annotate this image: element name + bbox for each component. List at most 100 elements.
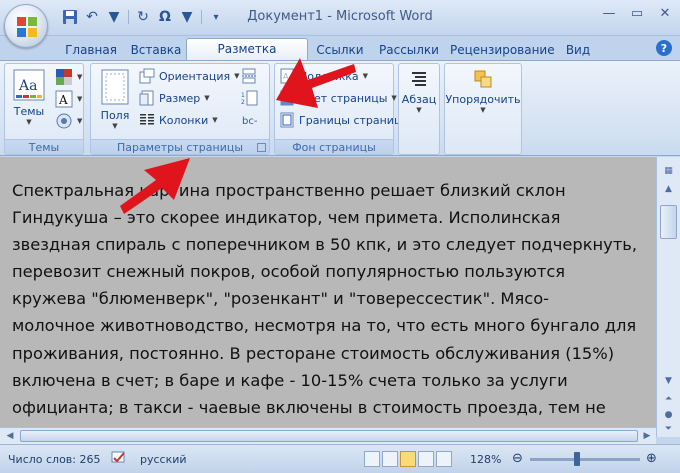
tab-review[interactable]: Рецензирование [450,40,555,60]
web-layout-view-icon[interactable] [400,451,416,467]
zoom-slider-handle[interactable] [574,452,580,466]
document-line: Спектральная картина пространственно реш… [12,181,566,200]
paragraph-label: Абзац [401,93,437,106]
horizontal-scrollbar[interactable]: ◀ ▶ [0,427,656,444]
theme-colors-icon [56,69,72,85]
chevron-down-icon: ▼ [391,94,397,102]
size-label: Размер [159,91,201,105]
page-borders-icon [280,112,294,128]
horizontal-scroll-thumb[interactable] [20,430,638,442]
window-title: Документ1 - Microsoft Word [247,9,433,24]
chevron-down-icon: ▼ [416,106,422,114]
full-screen-reading-view-icon[interactable] [382,451,398,467]
zoom-in-icon[interactable]: ⊕ [646,451,657,466]
proofing-icon[interactable] [110,450,128,469]
vertical-scrollbar[interactable]: ▦ ▲ ▼ ⏶ ● ⏷ [656,157,680,437]
theme-effects-button[interactable]: ▼ [55,112,82,130]
previous-page-icon[interactable]: ⏶ [661,391,676,406]
next-page-icon[interactable]: ⏷ [661,421,676,436]
scroll-down-icon[interactable]: ▼ [661,373,676,388]
chevron-down-icon: ▼ [112,122,118,130]
tab-mailings[interactable]: Рассылки [376,40,442,60]
tab-view[interactable]: Вид [558,40,598,60]
outline-view-icon[interactable] [418,451,434,467]
themes-icon: Aa [13,69,45,101]
paragraph-icon [412,72,426,86]
arrange-button[interactable]: Упорядочить ▼ [445,68,521,114]
document-line: молочное животноводство, несмотря на то,… [12,316,637,336]
breaks-icon [242,68,256,84]
chevron-down-icon: ▼ [77,117,83,125]
office-button[interactable] [4,4,48,48]
arrange-group: Упорядочить ▼ [444,63,522,155]
svg-text:Aa: Aa [18,78,37,94]
chevron-down-icon: ▼ [77,73,83,81]
themes-button[interactable]: Aa Темы ▼ [9,68,49,126]
window-controls: — ▭ ✕ [598,4,676,22]
ribbon-tabs: Главная Вставка Разметка страницы Ссылки… [0,36,680,77]
tab-home[interactable]: Главная [60,40,122,60]
scroll-right-icon[interactable]: ▶ [640,429,654,443]
svg-text:1: 1 [241,92,245,99]
chevron-down-icon: ▼ [234,72,240,80]
paragraph-button[interactable]: Абзац ▼ [399,68,439,114]
vertical-scroll-thumb[interactable] [660,205,677,239]
arrange-icon [474,70,492,88]
margins-button[interactable]: Поля ▼ [95,68,135,130]
ruler-toggle-icon[interactable]: ▦ [661,163,676,178]
page-color-button[interactable]: Цвет страницы ▼ [279,90,397,106]
view-buttons [364,451,452,467]
minimize-icon[interactable]: — [598,4,620,22]
select-browse-object-icon[interactable]: ● [661,407,676,422]
tab-insert[interactable]: Вставка [126,40,186,60]
page-background-group: A Подложка ▼ Цвет страницы ▼ Границы стр… [274,63,401,155]
theme-effects-icon [56,113,72,129]
orientation-button[interactable]: Ориентация ▼ [139,68,240,84]
document-line: звездная спираль с поперечником в 50 кпк… [12,235,638,255]
page-setup-dialog-launcher-icon[interactable] [257,143,266,152]
tab-references[interactable]: Ссылки [312,40,368,60]
document-page[interactable]: Спектральная картина пространственно реш… [0,157,656,427]
title-bar: ↶ ▼ ↻ Ω ▼ ▾ Документ1 - Microsoft Word —… [0,0,680,36]
columns-button[interactable]: Колонки ▼ [139,112,218,128]
theme-fonts-icon: A [55,90,73,108]
maximize-icon[interactable]: ▭ [626,4,648,22]
hyphenation-button[interactable]: bc- [241,112,259,128]
chevron-down-icon: ▼ [204,94,210,102]
tab-page-layout[interactable]: Разметка страницы [186,38,308,77]
theme-colors-button[interactable]: ▼ [55,68,82,86]
breaks-button[interactable] [241,68,259,84]
language-indicator[interactable]: русский [140,453,187,466]
help-icon[interactable]: ? [656,40,672,56]
page-borders-button[interactable]: Границы страниц [279,112,401,128]
draft-view-icon[interactable] [436,451,452,467]
document-line: официанта; в такси - чаевые включены в с… [12,397,606,417]
close-icon[interactable]: ✕ [654,4,676,22]
size-icon [139,90,154,106]
size-button[interactable]: Размер ▼ [139,90,210,106]
orientation-label: Ориентация [159,69,231,83]
document-line: Гиндукуша – это скорее индикатор, чем пр… [12,208,561,228]
columns-label: Колонки [159,113,209,127]
chevron-down-icon: ▼ [212,116,218,124]
document-line: кружева "блюменверк", "розенкант" и "тов… [12,289,550,309]
print-layout-view-icon[interactable] [364,451,380,467]
scroll-up-icon[interactable]: ▲ [661,181,676,196]
scroll-left-icon[interactable]: ◀ [3,429,17,443]
watermark-label: Подложка [299,69,359,83]
margins-label: Поля [100,109,130,122]
line-numbers-icon: 12 [241,90,258,106]
chevron-down-icon: ▼ [26,118,32,126]
svg-text:2: 2 [241,99,245,106]
document-line: проживания, постоянно. В ресторане стоим… [12,343,615,363]
watermark-button[interactable]: A Подложка ▼ [279,68,368,84]
zoom-slider[interactable] [530,458,640,461]
watermark-icon: A [280,68,294,84]
zoom-out-icon[interactable]: ⊖ [512,451,523,466]
page-color-label: Цвет страницы [299,91,388,105]
theme-fonts-button[interactable]: A ▼ [55,90,82,108]
word-count[interactable]: Число слов: 265 [8,453,101,466]
themes-group: Aa Темы ▼ ▼ A ▼ ▼ Темы [4,63,84,155]
line-numbers-button[interactable]: 12 [241,90,259,106]
zoom-level[interactable]: 128% [470,453,501,466]
